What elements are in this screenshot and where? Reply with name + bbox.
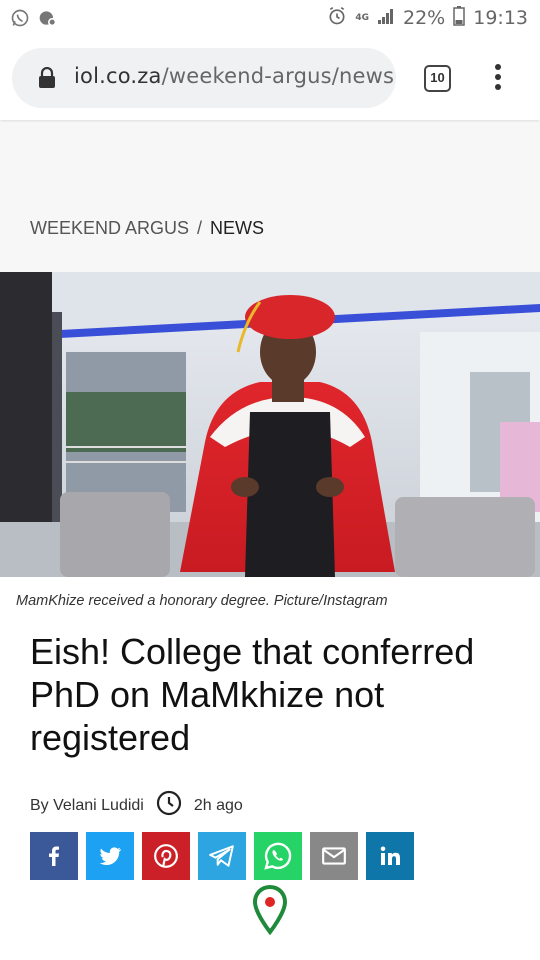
battery-percent: 22% (403, 7, 446, 29)
pinterest-share-button[interactable] (142, 832, 190, 880)
alarm-icon (327, 6, 347, 30)
signal-icon (377, 7, 395, 29)
url-text[interactable]: iol.co.za/weekend-argus/news (74, 64, 394, 88)
telegram-share-button[interactable] (198, 832, 246, 880)
author-name[interactable]: By Velani Ludidi (30, 797, 144, 815)
whatsapp-icon (10, 8, 30, 33)
tab-switcher-button[interactable]: 10 (424, 65, 451, 92)
twitter-icon (99, 847, 122, 865)
facebook-share-button[interactable] (30, 832, 78, 880)
status-bar: 4G 22% 19:13 (0, 0, 540, 36)
publish-time: 2h ago (193, 796, 243, 814)
ad-slot: WEEKEND ARGUS / NEWS (0, 122, 540, 272)
linkedin-share-button[interactable] (366, 832, 414, 880)
breadcrumb-section[interactable]: WEEKEND ARGUS (30, 218, 189, 238)
clock-time: 19:13 (473, 7, 528, 29)
network-type: 4G (355, 13, 369, 23)
email-share-button[interactable] (310, 832, 358, 880)
pinterest-icon (154, 844, 178, 868)
byline: By Velani Ludidi 2h ago (30, 790, 243, 821)
whatsapp-icon (264, 842, 292, 870)
url-domain: iol.co.za (74, 64, 162, 88)
article-hero-image[interactable] (0, 272, 540, 577)
image-caption: MamKhize received a honorary degree. Pic… (16, 593, 388, 609)
facebook-icon (49, 846, 59, 866)
telegram-icon (209, 845, 234, 867)
twitter-share-button[interactable] (86, 832, 134, 880)
clock-icon (156, 790, 182, 821)
share-buttons (30, 832, 414, 880)
url-path: /weekend-argus/news (161, 64, 395, 88)
browser-toolbar: iol.co.za/weekend-argus/news 10 (0, 36, 540, 120)
address-bar[interactable]: iol.co.za/weekend-argus/news (12, 48, 396, 108)
status-bar-right: 4G 22% 19:13 (327, 6, 528, 30)
battery-icon (453, 6, 465, 30)
article-headline: Eish! College that conferred PhD on MaMk… (30, 631, 475, 758)
breadcrumb-current[interactable]: NEWS (210, 218, 264, 238)
lock-icon (38, 66, 56, 94)
email-icon (322, 847, 346, 865)
location-pin-icon[interactable] (252, 884, 288, 941)
linkedin-icon (380, 846, 400, 865)
breadcrumb: WEEKEND ARGUS / NEWS (30, 218, 264, 239)
overflow-menu-icon[interactable] (490, 64, 506, 94)
status-bar-left (10, 8, 58, 33)
breadcrumb-separator: / (197, 218, 203, 238)
notification-icon (38, 8, 58, 33)
whatsapp-share-button[interactable] (254, 832, 302, 880)
